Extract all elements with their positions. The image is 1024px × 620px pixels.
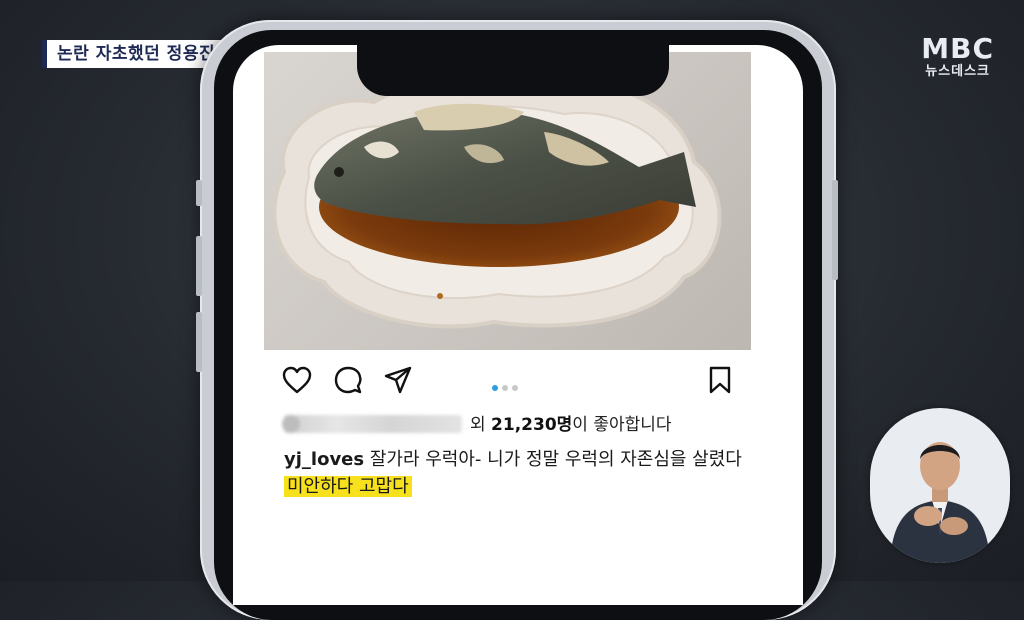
phone-volume-button <box>196 312 202 372</box>
sign-language-interpreter <box>870 408 1010 563</box>
news-caption: 논란 자초했던 정용진 <box>42 40 226 68</box>
logo-main: MBC <box>921 32 994 65</box>
post-username[interactable]: yj_loves <box>284 449 364 470</box>
caption-body: 잘가라 우럭아- 니가 정말 우럭의 자존심을 살렸다 <box>369 449 742 470</box>
mbc-logo: MBC 뉴스데스크 <box>921 34 994 80</box>
like-count[interactable]: 21,230명 <box>491 415 572 435</box>
carousel-indicator <box>492 376 522 395</box>
interpreter-image <box>890 442 990 563</box>
phone-mute-switch <box>196 180 202 206</box>
like-suffix: 이 좋아합니다 <box>572 415 672 435</box>
post-caption: yj_loves 잘가라 우럭아- 니가 정말 우럭의 자존심을 살렸다 미안하… <box>284 446 754 500</box>
carousel-dot <box>492 385 498 391</box>
phone-power-button <box>832 180 838 280</box>
blurred-username <box>282 415 462 433</box>
carousel-dot <box>512 385 518 391</box>
share-icon[interactable] <box>384 366 412 398</box>
phone-volume-button <box>196 236 202 296</box>
fish-dish-image <box>272 75 722 329</box>
caption-highlight: 미안하다 고맙다 <box>284 476 412 497</box>
phone-notch <box>357 40 669 96</box>
carousel-dot <box>502 385 508 391</box>
heart-icon[interactable] <box>282 366 312 398</box>
post-photo[interactable] <box>264 52 751 350</box>
logo-sub: 뉴스데스크 <box>925 64 991 79</box>
comment-icon[interactable] <box>334 366 362 398</box>
liked-by-prefix: 외 <box>470 415 486 435</box>
likes-line: 외 21,230명이 좋아합니다 <box>282 410 672 435</box>
bookmark-icon[interactable] <box>708 366 732 398</box>
